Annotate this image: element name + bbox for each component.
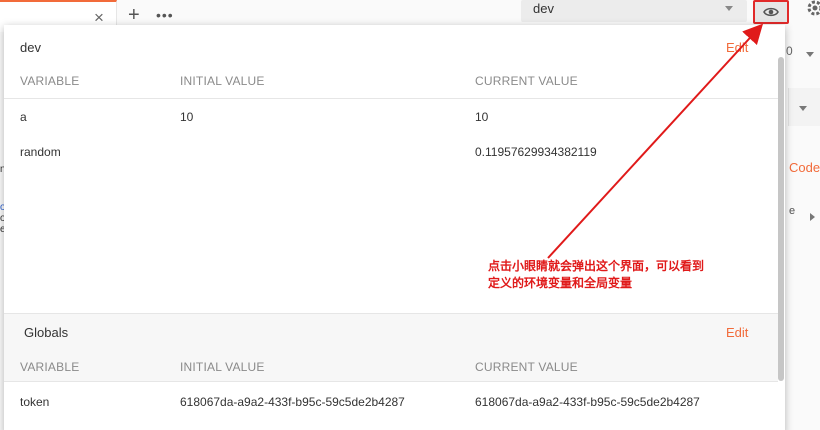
chevron-down-icon (725, 6, 733, 11)
variable-name: random (20, 145, 61, 159)
column-header-variable: VARIABLE (20, 74, 80, 88)
panel-scrollbar[interactable] (778, 57, 784, 381)
variable-name: token (20, 395, 50, 409)
edit-environment-link[interactable]: Edit (726, 40, 748, 55)
code-link[interactable]: Code (789, 160, 820, 175)
divider (4, 313, 778, 314)
chevron-down-icon[interactable] (806, 52, 814, 57)
chevron-down-icon (799, 106, 807, 111)
eye-icon (763, 7, 779, 17)
settings-button[interactable] (803, 0, 820, 20)
gear-icon (807, 0, 820, 16)
add-tab-button[interactable]: + (128, 4, 140, 26)
current-value: 618067da-a9a2-433f-b95c-59c5de2b4287 (475, 395, 700, 409)
background-text: 0 (786, 44, 793, 58)
edit-globals-link[interactable]: Edit (726, 325, 748, 340)
initial-value: 618067da-a9a2-433f-b95c-59c5de2b4287 (180, 395, 405, 409)
column-header-current-value: CURRENT VALUE (475, 360, 578, 374)
initial-value: 10 (180, 110, 194, 124)
annotation-text: 点击小眼睛就会弹出这个界面，可以看到 定义的环境变量和全局变量 (488, 258, 758, 292)
more-tabs-button[interactable]: ••• (156, 4, 174, 26)
column-header-initial-value: INITIAL VALUE (180, 360, 265, 374)
environment-quick-look-button[interactable] (753, 0, 789, 24)
environment-select[interactable]: dev (521, 0, 747, 22)
column-header-current-value: CURRENT VALUE (475, 74, 578, 88)
chevron-right-icon[interactable] (810, 213, 815, 221)
variable-name: a (20, 110, 27, 124)
divider (4, 98, 778, 99)
current-value: 0.11957629934382119 (475, 145, 597, 159)
column-header-variable: VARIABLE (20, 360, 80, 374)
environment-section-title: dev (20, 40, 41, 55)
globals-section-title: Globals (24, 325, 69, 340)
column-header-initial-value: INITIAL VALUE (180, 74, 265, 88)
annotation-line: 点击小眼睛就会弹出这个界面，可以看到 (488, 259, 705, 273)
divider (4, 381, 778, 382)
annotation-line: 定义的环境变量和全局变量 (488, 276, 633, 290)
globals-header-band (4, 313, 778, 381)
current-value: 10 (475, 110, 489, 124)
background-text: e (789, 205, 796, 217)
environment-select-value: dev (533, 1, 554, 16)
